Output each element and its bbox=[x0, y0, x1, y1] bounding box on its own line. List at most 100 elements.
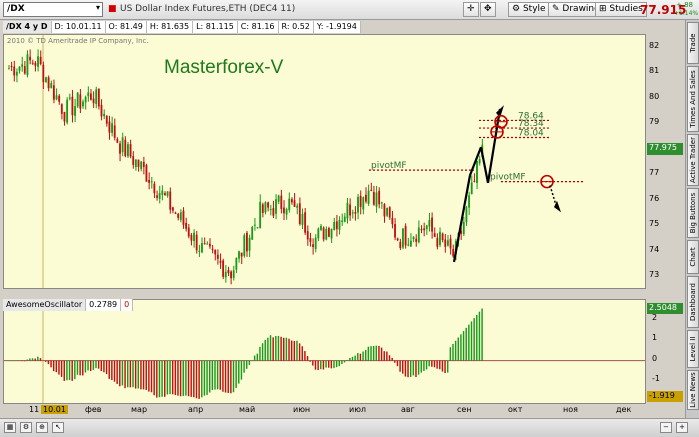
date-tick: сен bbox=[457, 405, 472, 414]
oscillator-bar bbox=[372, 346, 375, 361]
oscillator-bar bbox=[407, 360, 409, 378]
symbol-input[interactable]: /DX ▾ bbox=[3, 2, 103, 17]
tab-dashboard[interactable]: Dashboard bbox=[687, 276, 699, 328]
oscillator-value: 0.2789 bbox=[86, 299, 122, 311]
price-chart-panel[interactable]: pivotMF pivotMF 78.64 78.34 78.04 2010 © TD … bbox=[3, 34, 646, 289]
candle-body bbox=[388, 207, 391, 218]
date-tick: фев bbox=[85, 405, 102, 414]
oscillator-bar bbox=[388, 355, 391, 361]
date-tick: окт bbox=[508, 405, 523, 414]
tab-big-buttons[interactable]: Big Buttons bbox=[687, 188, 699, 238]
chart-label[interactable]: /DX 4 y D bbox=[3, 21, 52, 33]
candle-body bbox=[243, 235, 246, 256]
candle-body bbox=[26, 54, 29, 75]
oscillator-bar bbox=[436, 360, 438, 369]
candle-body bbox=[121, 137, 124, 153]
oscillator-bar bbox=[52, 360, 55, 372]
oscillator-bar bbox=[45, 360, 47, 362]
oscillator-bar bbox=[68, 360, 71, 381]
oscillator-bar bbox=[105, 360, 108, 375]
candle-body bbox=[441, 233, 444, 241]
oscillator-bar bbox=[182, 360, 184, 396]
info-icon[interactable]: ■ bbox=[108, 4, 117, 14]
oscillator-bar bbox=[179, 360, 182, 397]
oscillator-bar bbox=[423, 360, 425, 371]
price-tick: 80 bbox=[649, 91, 660, 101]
oscillator-bar bbox=[367, 346, 370, 361]
oscillator-bar bbox=[351, 356, 354, 361]
oscillator-bar bbox=[150, 360, 153, 393]
oscillator-bar bbox=[314, 360, 317, 370]
zoom-in-icon[interactable]: + bbox=[676, 422, 688, 433]
zoom-icon[interactable]: ⊕ bbox=[36, 422, 48, 433]
candle-body bbox=[423, 228, 426, 231]
oscillator-bar bbox=[394, 360, 396, 363]
oscillator-current-tag: 2.5048 bbox=[647, 303, 683, 315]
tab-trade[interactable]: Trade bbox=[687, 22, 699, 64]
crosshair-button[interactable]: ✛ bbox=[463, 2, 479, 17]
pan-button[interactable]: ✥ bbox=[480, 2, 496, 17]
tab-active-trader[interactable]: Active Trader bbox=[687, 134, 699, 186]
oscillator-bar bbox=[341, 360, 343, 364]
style-label: Style bbox=[522, 4, 546, 14]
oscillator-bar bbox=[60, 360, 63, 377]
price-chart-svg: pivotMFpivotMF78.6478.3478.04 bbox=[8, 35, 584, 288]
candle-body bbox=[206, 243, 209, 245]
candle-body bbox=[29, 56, 31, 61]
oscillator-bar bbox=[137, 360, 140, 389]
oscillator-bar bbox=[349, 357, 351, 361]
tab-times-and-sales[interactable]: Times And Sales bbox=[687, 66, 699, 132]
oscillator-bar bbox=[169, 360, 171, 395]
candle-body bbox=[428, 220, 431, 227]
candle-body bbox=[150, 181, 153, 183]
candle-body bbox=[42, 64, 45, 83]
oscillator-bar bbox=[409, 360, 412, 377]
candle-body bbox=[230, 271, 232, 279]
oscillator-bar bbox=[283, 337, 285, 361]
oscillator-bar bbox=[121, 360, 124, 386]
candle-body bbox=[137, 159, 140, 167]
price-tick: 74 bbox=[649, 244, 660, 254]
oscillator-bar bbox=[116, 360, 118, 384]
oscillator-bar bbox=[171, 360, 174, 395]
candle-body bbox=[240, 252, 243, 257]
date-tick: июл bbox=[349, 405, 367, 414]
oscillator-bar bbox=[148, 360, 150, 392]
price-axis[interactable]: 8281807978777675747377.975 bbox=[646, 34, 684, 289]
candle-body bbox=[269, 209, 272, 211]
candle-body bbox=[113, 125, 116, 138]
candle-body bbox=[195, 234, 198, 251]
candle-body bbox=[227, 269, 230, 274]
oscillator-bar bbox=[193, 360, 195, 398]
tab-live-news[interactable]: Live News bbox=[687, 370, 699, 410]
candle-body bbox=[370, 189, 373, 191]
settings-icon[interactable]: ⚙ bbox=[20, 422, 32, 433]
candle-body bbox=[182, 210, 185, 225]
bar-range: R: 0.52 bbox=[278, 21, 314, 33]
oscillator-bar bbox=[238, 360, 240, 384]
zoom-out-icon[interactable]: − bbox=[660, 422, 672, 433]
date-axis[interactable]: 11 10.01 фев мар апр май июн июл авг сен окт ноя дек bbox=[3, 404, 646, 416]
chevron-down-icon[interactable]: ▾ bbox=[96, 3, 100, 12]
grid-icon[interactable]: ▦ bbox=[4, 422, 16, 433]
tab-level-ii[interactable]: Level II bbox=[687, 330, 699, 368]
oscillator-bar bbox=[431, 360, 433, 367]
oscillator-bar bbox=[256, 353, 259, 361]
oscillator-bar bbox=[370, 346, 372, 361]
candle-body bbox=[142, 161, 145, 167]
price-change: +.88 bbox=[676, 1, 693, 9]
tab-chart[interactable]: Chart bbox=[687, 240, 699, 274]
candle-body bbox=[415, 238, 418, 242]
oscillator-bar bbox=[29, 358, 31, 361]
oscillator-axis[interactable]: 2 1 0 -1 2.5048 -1.919 bbox=[646, 299, 684, 404]
trend-line bbox=[479, 146, 490, 184]
pointer-icon[interactable]: ↖ bbox=[52, 422, 64, 433]
candle-body bbox=[251, 226, 254, 240]
candle-body bbox=[84, 96, 87, 103]
candle-body bbox=[55, 95, 58, 100]
oscillator-name[interactable]: AwesomeOscillator bbox=[3, 299, 87, 311]
candle-body bbox=[166, 191, 169, 196]
oscillator-panel[interactable] bbox=[3, 299, 646, 404]
style-button[interactable]: ⚙ Style bbox=[508, 2, 550, 17]
candle-body bbox=[446, 240, 449, 246]
